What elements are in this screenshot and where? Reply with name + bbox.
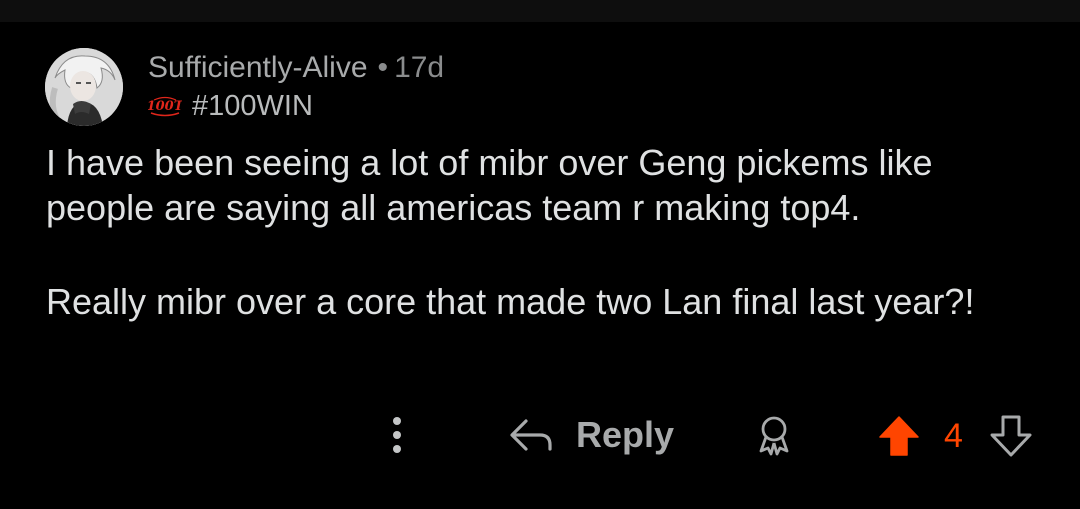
vertical-ellipsis-icon <box>393 417 401 453</box>
svg-text:100T: 100T <box>148 99 182 114</box>
username-link[interactable]: Sufficiently-Alive <box>148 51 368 84</box>
downvote-arrow-icon <box>990 415 1032 457</box>
reply-label: Reply <box>576 414 675 455</box>
comment-body: I have been seeing a lot of mibr over Ge… <box>46 140 1036 324</box>
user-avatar[interactable] <box>45 48 123 126</box>
avatar-image <box>45 48 123 126</box>
user-flair: 100T #100WIN <box>148 88 444 124</box>
more-options-button[interactable] <box>384 411 410 459</box>
award-icon <box>759 416 789 456</box>
author-line: Sufficiently-Alive • 17d <box>148 50 444 86</box>
comment-actions: Reply 4 <box>0 405 1080 465</box>
100-thieves-logo-icon: 100T <box>148 96 182 117</box>
comment-paragraph: Really mibr over a core that made two La… <box>46 281 975 322</box>
comment-header: Sufficiently-Alive • 17d 100T #100WIN <box>148 50 444 124</box>
meta-separator: • <box>377 51 389 84</box>
upvote-arrow-icon <box>879 416 919 456</box>
comment-paragraph: I have been seeing a lot of mibr over Ge… <box>46 142 933 228</box>
upvote-button[interactable] <box>878 415 920 457</box>
reply-button[interactable]: Reply <box>508 411 674 459</box>
award-button[interactable] <box>752 413 796 457</box>
comment-age: 17d <box>394 51 445 84</box>
top-strip <box>0 0 1080 22</box>
downvote-button[interactable] <box>990 415 1032 457</box>
reply-arrow-icon <box>510 419 552 451</box>
flair-text: #100WIN <box>192 90 313 122</box>
vote-score: 4 <box>944 417 963 455</box>
